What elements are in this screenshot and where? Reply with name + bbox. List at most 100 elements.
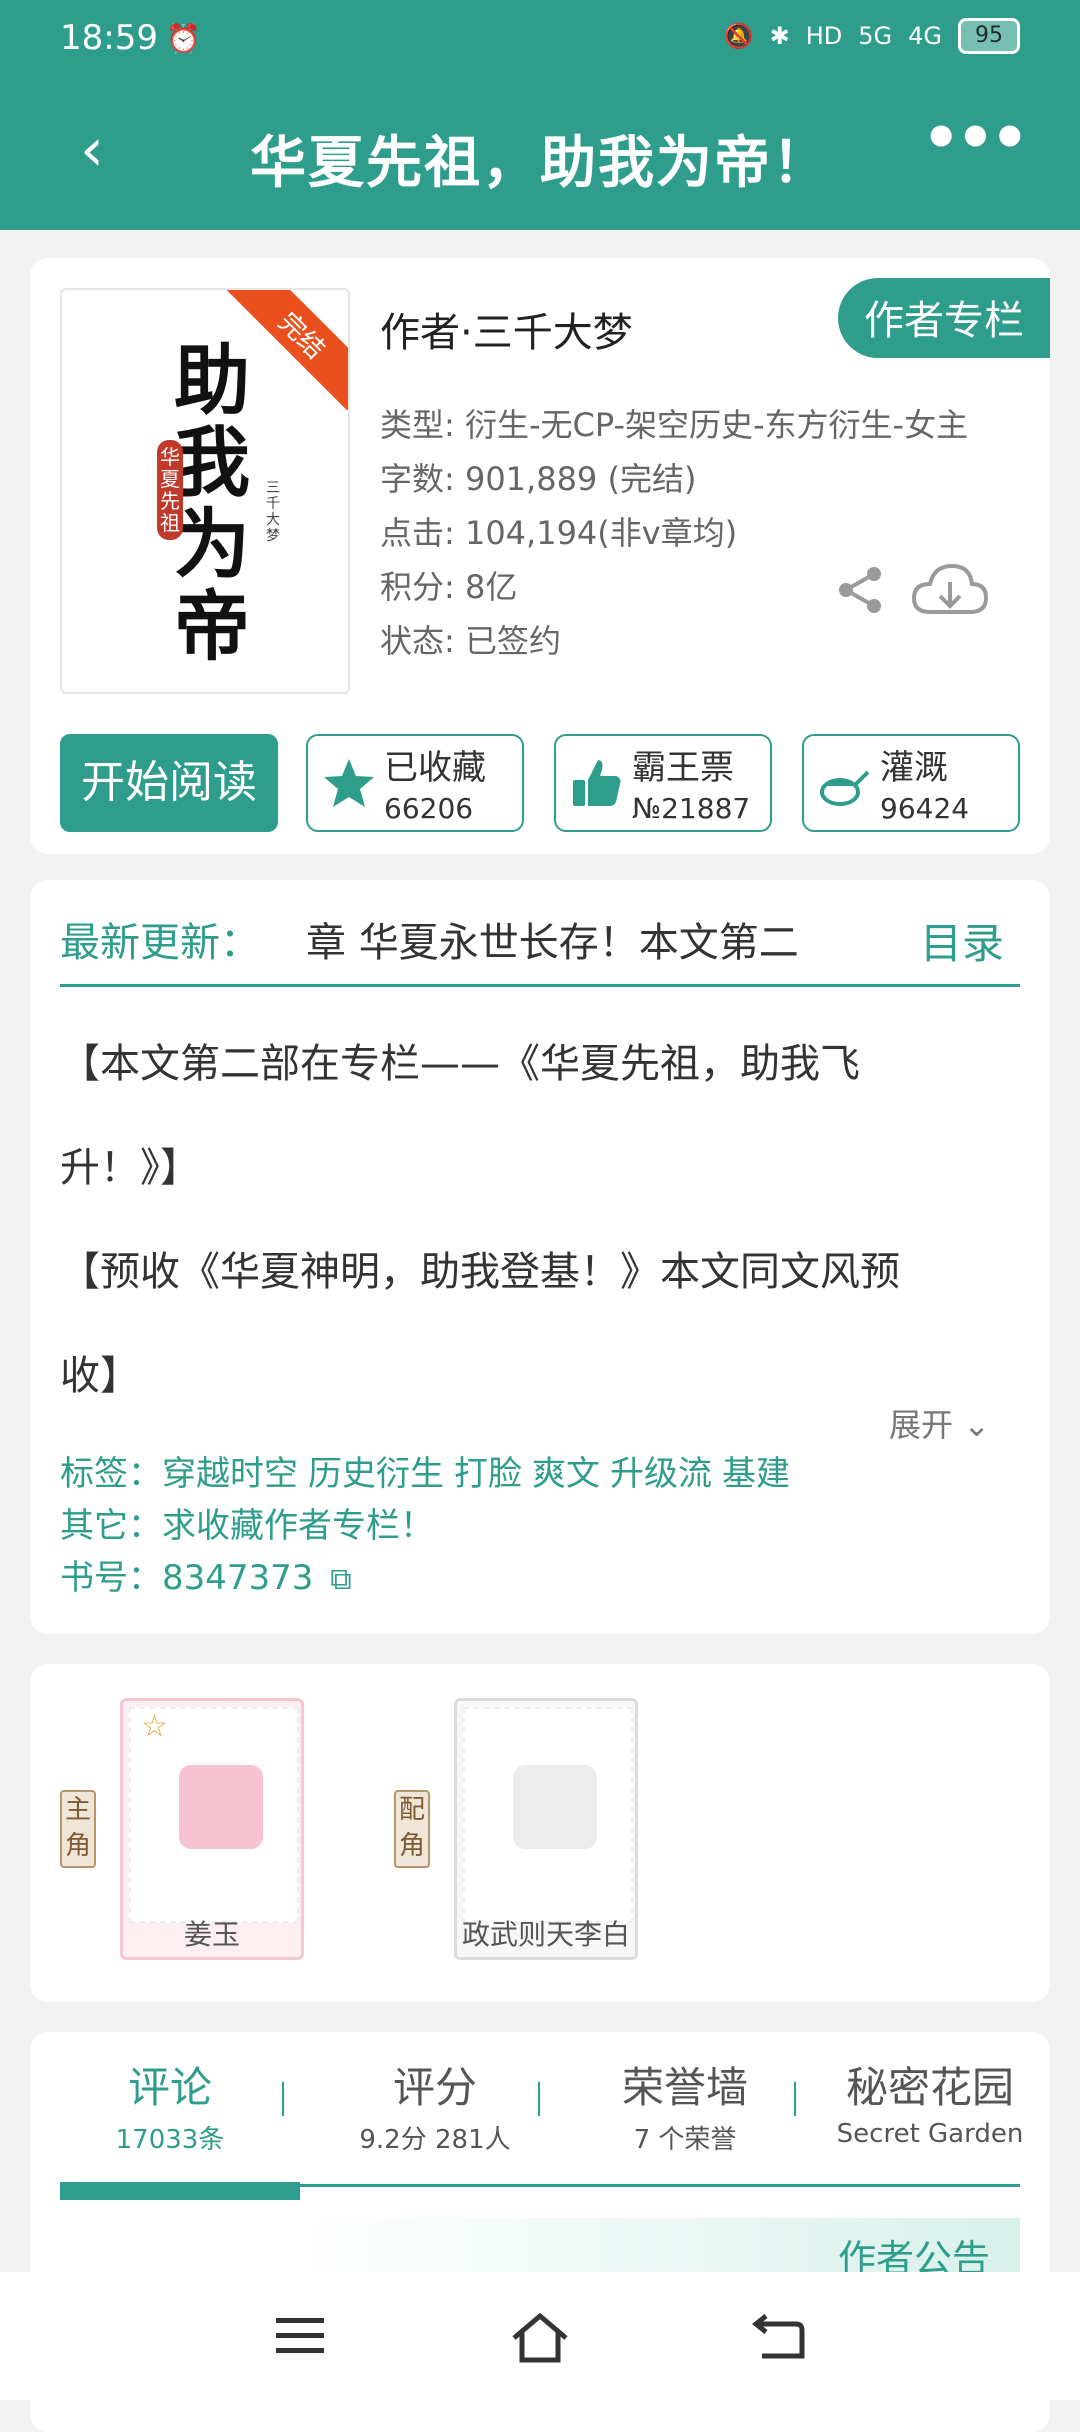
home-icon[interactable] — [510, 2312, 570, 2364]
vote-label: 霸王票 — [632, 748, 734, 788]
book-number-label: 书号： — [60, 1558, 162, 1598]
tab-rating[interactable]: 评分 9.2分 281人 — [310, 2054, 560, 2156]
mute-icon: 🔕 — [723, 22, 754, 50]
status-icons: 🔕 ✱ HD 5G 4G 95 — [724, 18, 1020, 54]
share-icon[interactable] — [834, 564, 886, 616]
water-button[interactable]: 灌溉 96424 — [802, 734, 1020, 832]
role-frame: ☆ — [129, 1707, 299, 1923]
return-icon[interactable] — [752, 2312, 808, 2362]
book-cover[interactable]: 完结 助我为帝 华夏先祖 三千大梦 — [60, 288, 350, 694]
role-type-support: 配角 — [394, 1790, 430, 1868]
other-row: 其它：求收藏作者专栏！ — [60, 1500, 800, 1552]
tab-separator — [794, 2082, 796, 2116]
signal-4g: 4G — [908, 22, 942, 50]
tab-label: 荣誉墙 — [621, 2063, 748, 2112]
tab-separator — [538, 2082, 540, 2116]
star-icon — [324, 759, 374, 807]
cover-title: 助我为帝 — [174, 336, 250, 671]
other-label: 其它： — [60, 1506, 162, 1546]
tab-sub: 7 个荣誉 — [633, 2125, 737, 2155]
book-number-row: 书号：8347373 ⧉ — [60, 1552, 800, 1606]
avatar — [179, 1765, 263, 1849]
tag[interactable]: 升级流 — [610, 1454, 712, 1494]
role-name: 政武则天李白 — [461, 1918, 630, 1951]
tab-label: 评论 — [127, 2063, 212, 2112]
title-bar: ‹ 华夏先祖，助我为帝！ ••• — [0, 80, 1080, 230]
tag[interactable]: 爽文 — [532, 1454, 600, 1494]
tab-sub: 9.2分 281人 — [359, 2125, 511, 2155]
collect-count: 66206 — [384, 792, 474, 825]
water-count: 96424 — [880, 792, 970, 825]
toc-link[interactable]: 目录 — [920, 910, 1004, 971]
author-name[interactable]: 作者·三千大梦 — [380, 300, 633, 358]
role-frame — [463, 1707, 633, 1923]
page-title: 华夏先祖，助我为帝！ — [250, 131, 830, 196]
intro-line: 收】 — [60, 1353, 140, 1399]
role-card[interactable]: ☆ 姜玉 — [120, 1698, 304, 1960]
start-reading-button[interactable]: 开始阅读 — [60, 734, 278, 832]
avatar — [513, 1765, 597, 1849]
copy-icon[interactable]: ⧉ — [330, 1562, 351, 1597]
meta-wordcount: 字数: 901,889 (完结) — [380, 460, 697, 498]
tag[interactable]: 打脸 — [454, 1454, 522, 1494]
intro-line: 升！》】 — [60, 1145, 200, 1191]
cover-subtitle: 华夏先祖 — [157, 440, 183, 540]
download-icon[interactable] — [910, 560, 990, 620]
battery-indicator: 95 — [958, 18, 1020, 54]
alarm-icon: ⏰ — [166, 22, 201, 55]
expand-label: 展开 — [889, 1406, 954, 1444]
meta-clicks: 点击: 104,194(非v章均) — [380, 514, 738, 552]
intro-line: 【本文第二部在专栏——《华夏先祖，助我飞 — [60, 1041, 860, 1087]
latest-chapter-marquee[interactable]: 章 华夏永世长存！本文第二 — [306, 910, 906, 968]
thumb-icon — [573, 760, 621, 806]
tab-separator — [282, 2082, 284, 2116]
roles-card: 主角 ☆ 姜玉 配角 政武则天李白 — [30, 1664, 1050, 2002]
meta-status: 状态: 已签约 — [380, 622, 561, 660]
cover-author: 三千大梦 — [266, 480, 280, 544]
menu-icon[interactable] — [274, 2312, 326, 2360]
hd-badge: HD — [805, 22, 843, 50]
system-nav-bar — [0, 2272, 1080, 2400]
tag[interactable]: 历史衍生 — [308, 1454, 444, 1494]
collect-label: 已收藏 — [384, 748, 486, 788]
bluetooth-icon: ✱ — [769, 22, 790, 50]
meta-type: 类型: 衍生-无CP-架空历史-东方衍生-女主 — [380, 406, 969, 444]
role-card[interactable]: 政武则天李白 — [454, 1698, 638, 1960]
tab-sub: 17033条 — [115, 2125, 225, 2155]
active-tab-indicator — [60, 2182, 300, 2200]
author-column-button[interactable]: 作者专栏 — [838, 278, 1050, 358]
tab-honor-wall[interactable]: 荣誉墙 7 个荣誉 — [570, 2054, 800, 2156]
watering-can-icon — [820, 770, 870, 806]
star-icon: ☆ — [141, 1709, 168, 1744]
signal-5g: 5G — [858, 22, 893, 50]
latest-update-label: 最新更新： — [60, 920, 260, 966]
tag[interactable]: 基建 — [722, 1454, 790, 1494]
book-tags: 标签：穿越时空 历史衍生 打脸 爽文 升级流 基建 其它：求收藏作者专栏！ 书号：8347… — [60, 1448, 800, 1606]
status-bar: 18:59 ⏰ 🔕 ✱ HD 5G 4G 95 — [0, 0, 1080, 80]
tab-label: 评分 — [392, 2063, 477, 2112]
tab-label: 秘密花园 — [845, 2063, 1014, 2112]
divider — [60, 984, 1020, 987]
update-card: 最新更新： 章 华夏永世长存！本文第二 目录 【本文第二部在专栏——《华夏先祖，… — [30, 880, 1050, 1634]
role-name: 姜玉 — [183, 1918, 240, 1951]
tab-comments[interactable]: 评论 17033条 — [70, 2054, 270, 2156]
collect-button[interactable]: 已收藏 66206 — [306, 734, 524, 832]
tags-label: 标签： — [60, 1454, 162, 1494]
book-meta: 类型: 衍生-无CP-架空历史-东方衍生-女主 字数: 901,889 (完结)… — [380, 398, 968, 668]
more-icon[interactable]: ••• — [922, 108, 1029, 168]
tab-secret-garden[interactable]: 秘密花园 Secret Garden — [810, 2054, 1050, 2149]
intro-line: 【预收《华夏神明，助我登基！》本文同文风预 — [60, 1249, 900, 1295]
vote-button[interactable]: 霸王票 №21887 — [554, 734, 772, 832]
book-intro: 【本文第二部在专栏——《华夏先祖，助我飞 升！》】 【预收《华夏神明，助我登基！… — [60, 1012, 1020, 1428]
water-label: 灌溉 — [880, 748, 948, 788]
other-text: 求收藏作者专栏！ — [162, 1506, 434, 1546]
clock: 18:59 — [60, 18, 158, 58]
book-number: 8347373 — [162, 1558, 314, 1598]
vote-count: №21887 — [632, 792, 751, 825]
tab-sub: Secret Garden — [836, 2119, 1024, 2149]
book-info-card: 完结 助我为帝 华夏先祖 三千大梦 作者·三千大梦 作者专栏 类型: 衍生-无C… — [30, 258, 1050, 854]
tag[interactable]: 穿越时空 — [162, 1454, 298, 1494]
expand-button[interactable]: 展开 ⌄ — [889, 1400, 990, 1446]
chevron-down-icon: ⌄ — [963, 1406, 990, 1444]
tags-row: 标签：穿越时空 历史衍生 打脸 爽文 升级流 基建 — [60, 1448, 800, 1500]
